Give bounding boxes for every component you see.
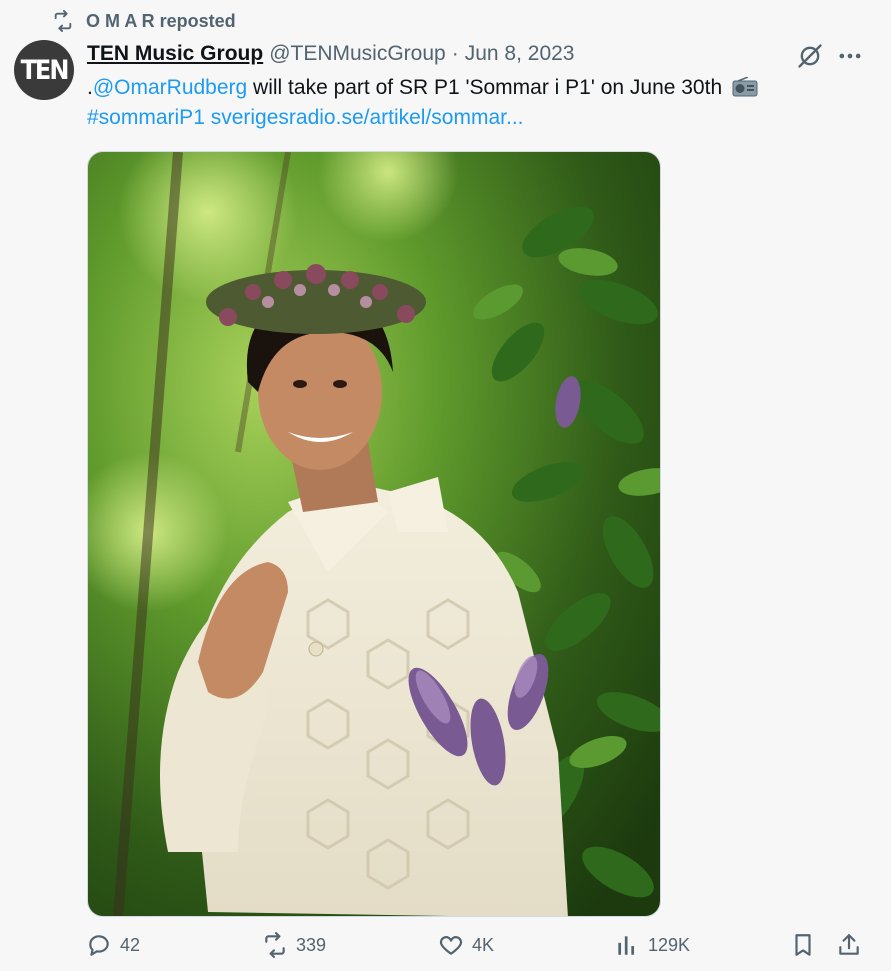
reply-button[interactable]: 42 bbox=[86, 932, 140, 958]
mention-link[interactable]: @OmarRudberg bbox=[93, 76, 247, 99]
share-button[interactable] bbox=[836, 932, 862, 958]
share-icon bbox=[839, 934, 859, 955]
avatar[interactable]: TEN bbox=[14, 40, 74, 100]
reply-icon bbox=[89, 935, 109, 956]
author-handle[interactable]: @TENMusicGroup bbox=[269, 42, 446, 66]
like-count: 4K bbox=[472, 934, 495, 955]
more-options-icon[interactable] bbox=[836, 42, 864, 70]
action-bar: 42 339 4K 129K bbox=[0, 932, 891, 968]
post-photo[interactable] bbox=[87, 151, 661, 917]
bookmark-button[interactable] bbox=[790, 932, 816, 958]
repost-action-icon bbox=[265, 932, 285, 958]
reply-count: 42 bbox=[120, 934, 141, 955]
repost-icon bbox=[54, 10, 72, 32]
bookmark-icon bbox=[795, 934, 811, 956]
repost-label: O M A R reposted bbox=[86, 10, 236, 31]
repost-button[interactable]: 339 bbox=[262, 932, 326, 958]
views-button[interactable]: 129K bbox=[614, 932, 690, 958]
post-header: TEN Music Group @TENMusicGroup · Jun 8, … bbox=[87, 42, 574, 66]
view-count: 129K bbox=[648, 934, 691, 955]
views-icon bbox=[618, 936, 635, 955]
avatar-logo-text: TEN bbox=[20, 54, 70, 86]
radio-icon bbox=[732, 77, 758, 97]
repost-indicator[interactable]: O M A R reposted bbox=[52, 10, 236, 32]
like-button[interactable]: 4K bbox=[438, 932, 494, 958]
repost-count: 339 bbox=[296, 934, 327, 955]
heart-icon bbox=[439, 936, 463, 955]
post-text-line-2: #sommariP1 sverigesradio.se/artikel/somm… bbox=[87, 106, 524, 130]
post-text-line-1: .@OmarRudberg will take part of SR P1 'S… bbox=[87, 76, 758, 100]
author-name[interactable]: TEN Music Group bbox=[87, 42, 263, 66]
post-body: will take part of SR P1 'Sommar i P1' on… bbox=[247, 76, 723, 99]
article-link[interactable]: sverigesradio.se/artikel/sommar... bbox=[211, 106, 524, 129]
hashtag-link[interactable]: #sommariP1 bbox=[87, 106, 205, 129]
post-date[interactable]: Jun 8, 2023 bbox=[465, 42, 575, 66]
grok-icon[interactable] bbox=[796, 42, 824, 70]
portrait-image bbox=[88, 152, 660, 916]
separator-dot: · bbox=[451, 42, 459, 65]
